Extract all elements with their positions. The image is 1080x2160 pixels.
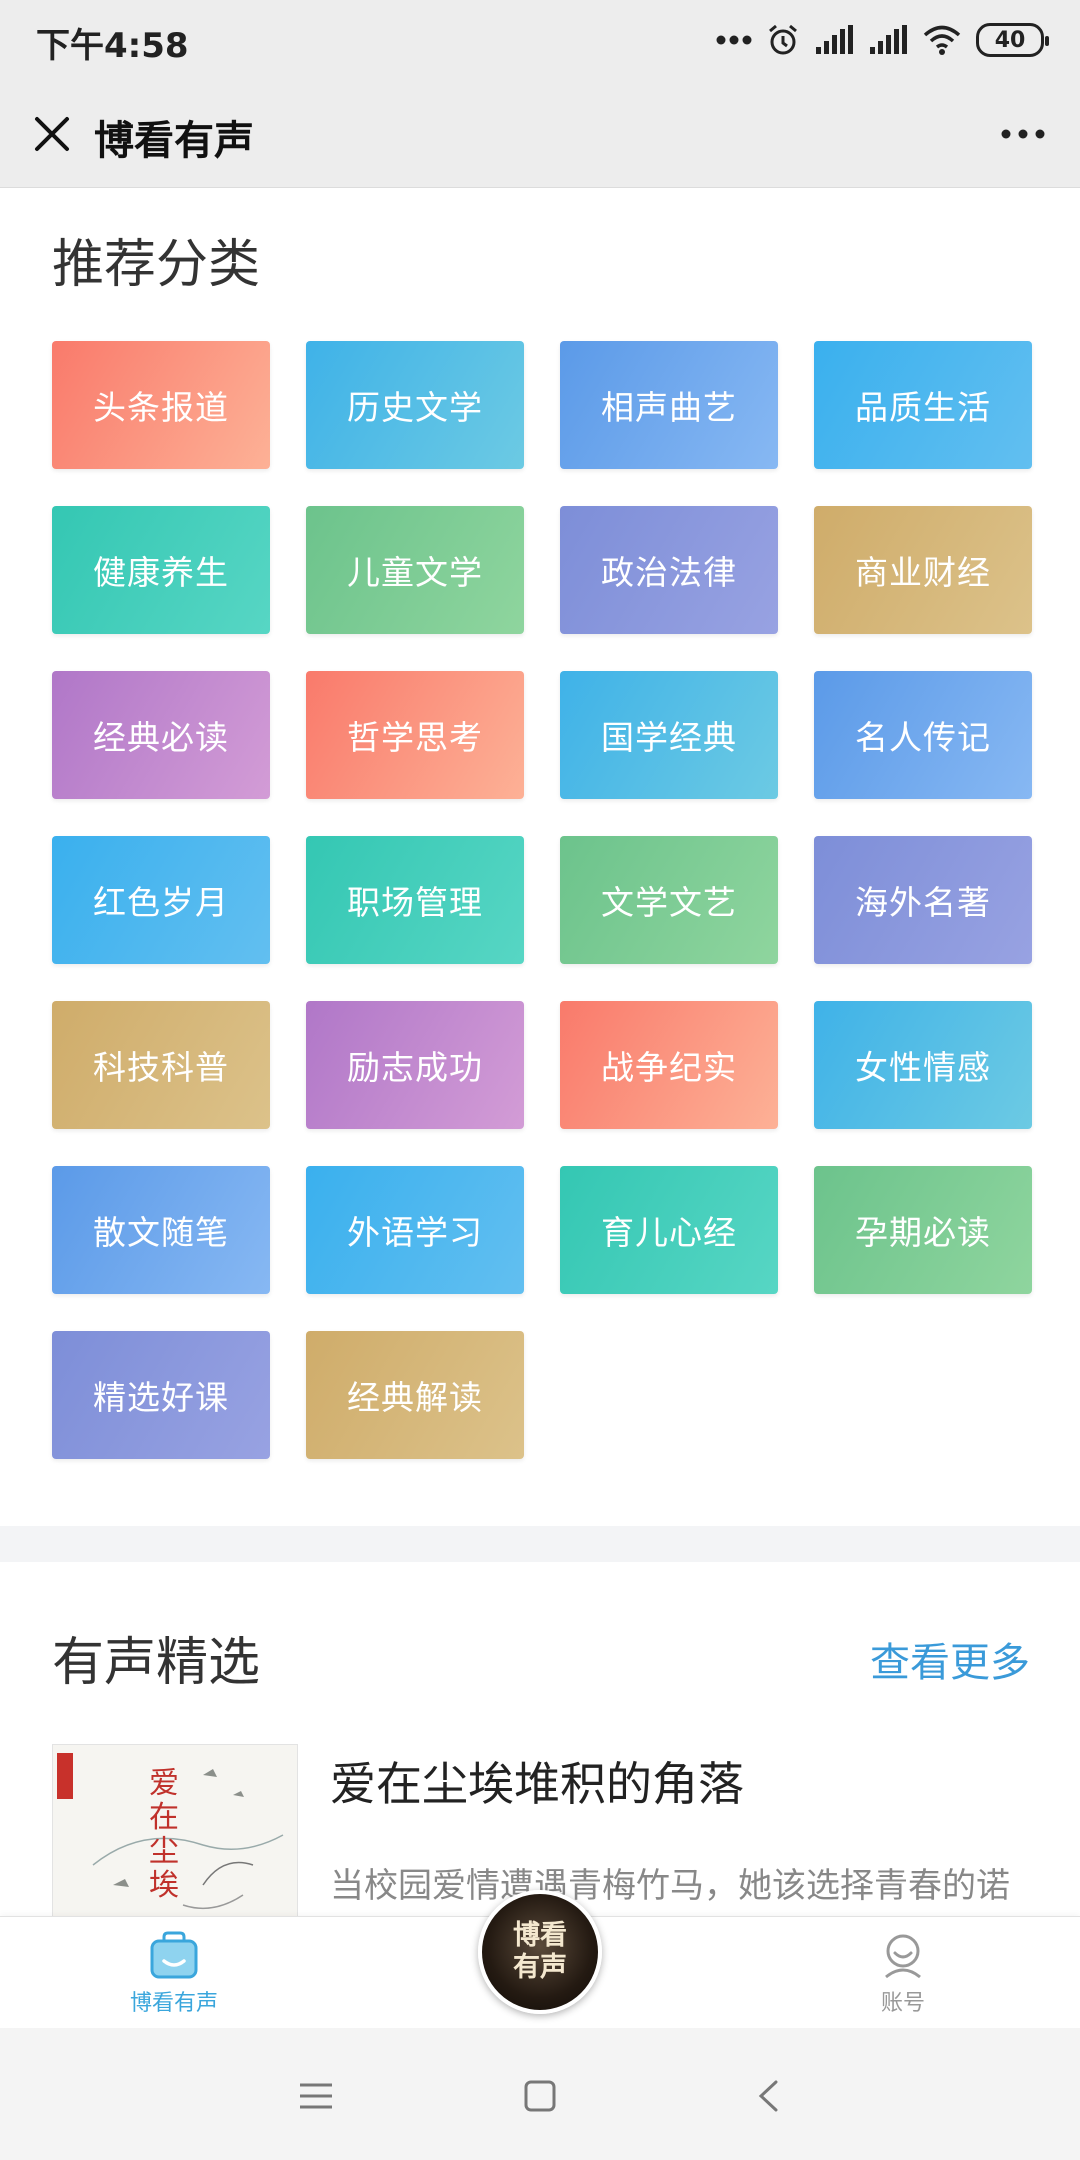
category-tile[interactable]: 儿童文学 [306,506,524,634]
category-tile[interactable]: 红色岁月 [52,836,270,964]
recent-apps-button[interactable] [286,2066,346,2126]
category-tile[interactable]: 健康养生 [52,506,270,634]
close-icon [35,117,69,151]
category-tile[interactable]: 名人传记 [814,671,1032,799]
status-bar: 下午4:58 40 [0,0,1080,80]
category-label: 散文随笔 [93,1213,229,1252]
category-label: 女性情感 [855,1048,991,1087]
user-icon [885,1934,921,1979]
category-label: 健康养生 [93,553,229,592]
category-label: 历史文学 [347,388,483,427]
category-tile[interactable]: 励志成功 [306,1001,524,1129]
category-tile[interactable]: 相声曲艺 [560,341,778,469]
status-icons: 40 [716,18,1049,62]
home-button[interactable] [510,2066,570,2126]
category-label: 品质生活 [855,388,991,427]
book-title[interactable]: 爱在尘埃堆积的角落 [330,1748,744,1814]
category-tile[interactable]: 经典必读 [52,671,270,799]
back-chevron-icon [758,2080,778,2112]
page-title: 博看有声 [94,118,254,164]
category-label: 名人传记 [855,718,991,757]
category-tile[interactable]: 国学经典 [560,671,778,799]
category-label: 战争纪实 [601,1048,737,1087]
center-logo-button[interactable]: 博看有声 [478,1890,602,2014]
category-tile[interactable]: 孕期必读 [814,1166,1032,1294]
category-tile[interactable]: 海外名著 [814,836,1032,964]
category-label: 文学文艺 [601,883,737,922]
section-divider [0,1526,1080,1562]
category-tile[interactable]: 女性情感 [814,1001,1032,1129]
category-label: 职场管理 [347,883,483,922]
tab-account-label: 账号 [880,1991,925,2016]
category-tile[interactable]: 品质生活 [814,341,1032,469]
see-more-link[interactable]: 查看更多 [870,1630,1030,1688]
category-label: 外语学习 [347,1213,483,1252]
notification-dots-icon [716,35,752,45]
signal-icon [816,25,853,54]
book-cover-title-3: 尘 [149,1834,179,1869]
category-label: 经典必读 [93,718,229,757]
book-description: 当校园爱情遭遇青梅竹马，她该选择青春的诺 [330,1866,1010,1906]
more-dots-icon [1001,129,1045,139]
tab-home-label: 博看有声 [130,1991,219,2016]
category-tile[interactable]: 政治法律 [560,506,778,634]
category-tile[interactable]: 散文随笔 [52,1166,270,1294]
category-label: 励志成功 [347,1048,483,1087]
category-label: 国学经典 [601,718,737,757]
book-cover-title-2: 在 [149,1800,179,1835]
category-label: 红色岁月 [93,883,229,922]
category-label: 哲学思考 [347,718,483,757]
categories-section: 推荐分类 头条报道 历史文学 相声曲艺 品质生活健康养生 儿童文学 政治法律 商业财经经典必… [0,188,1080,1526]
category-tile[interactable]: 外语学习 [306,1166,524,1294]
category-tile[interactable]: 商业财经 [814,506,1032,634]
wifi-icon [923,25,961,55]
tab-home[interactable]: 博看有声 [130,1931,218,2017]
category-label: 经典解读 [347,1378,483,1417]
category-label: 孕期必读 [855,1213,991,1252]
category-tile[interactable]: 职场管理 [306,836,524,964]
category-label: 育儿心经 [601,1213,737,1252]
category-label: 科技科普 [93,1048,229,1087]
book-cover-title-4: 埃 [149,1868,179,1903]
category-tile[interactable]: 精选好课 [52,1331,270,1459]
featured-heading: 有声精选 [52,1633,261,1693]
alarm-icon [769,24,797,55]
category-label: 政治法律 [601,553,737,592]
menu-icon [300,2083,332,2109]
category-tile[interactable]: 文学文艺 [560,836,778,964]
category-tile[interactable]: 哲学思考 [306,671,524,799]
status-time: 下午4:58 [36,26,189,66]
battery-indicator: 40 [976,23,1049,57]
category-tile[interactable]: 科技科普 [52,1001,270,1129]
close-button[interactable] [24,106,80,162]
category-tile[interactable]: 经典解读 [306,1331,524,1459]
category-label: 儿童文学 [347,553,483,592]
category-tile[interactable]: 战争纪实 [560,1001,778,1129]
book-cover-art: 爱 在 尘 埃 [53,1745,297,1943]
system-nav-bar [0,2028,1080,2160]
center-logo-text: 博看有声 [513,1920,567,1983]
category-label: 精选好课 [93,1378,229,1417]
categories-heading: 推荐分类 [52,235,261,295]
category-label: 商业财经 [855,553,991,592]
back-button[interactable] [738,2066,798,2126]
more-button[interactable] [992,106,1054,162]
tab-account[interactable]: 账号 [878,1931,928,2017]
category-label: 相声曲艺 [601,388,737,427]
square-icon [524,2080,556,2112]
signal-icon-2 [870,25,907,54]
category-tile[interactable]: 头条报道 [52,341,270,469]
book-cover-title-1: 爱 [149,1766,179,1801]
bag-icon [150,1931,198,1979]
category-tile[interactable]: 历史文学 [306,341,524,469]
book-cover[interactable]: 爱 在 尘 埃 [52,1744,298,1944]
category-tile[interactable]: 育儿心经 [560,1166,778,1294]
title-bar: 博看有声 [0,80,1080,188]
category-label: 头条报道 [93,388,229,427]
category-label: 海外名著 [855,883,991,922]
